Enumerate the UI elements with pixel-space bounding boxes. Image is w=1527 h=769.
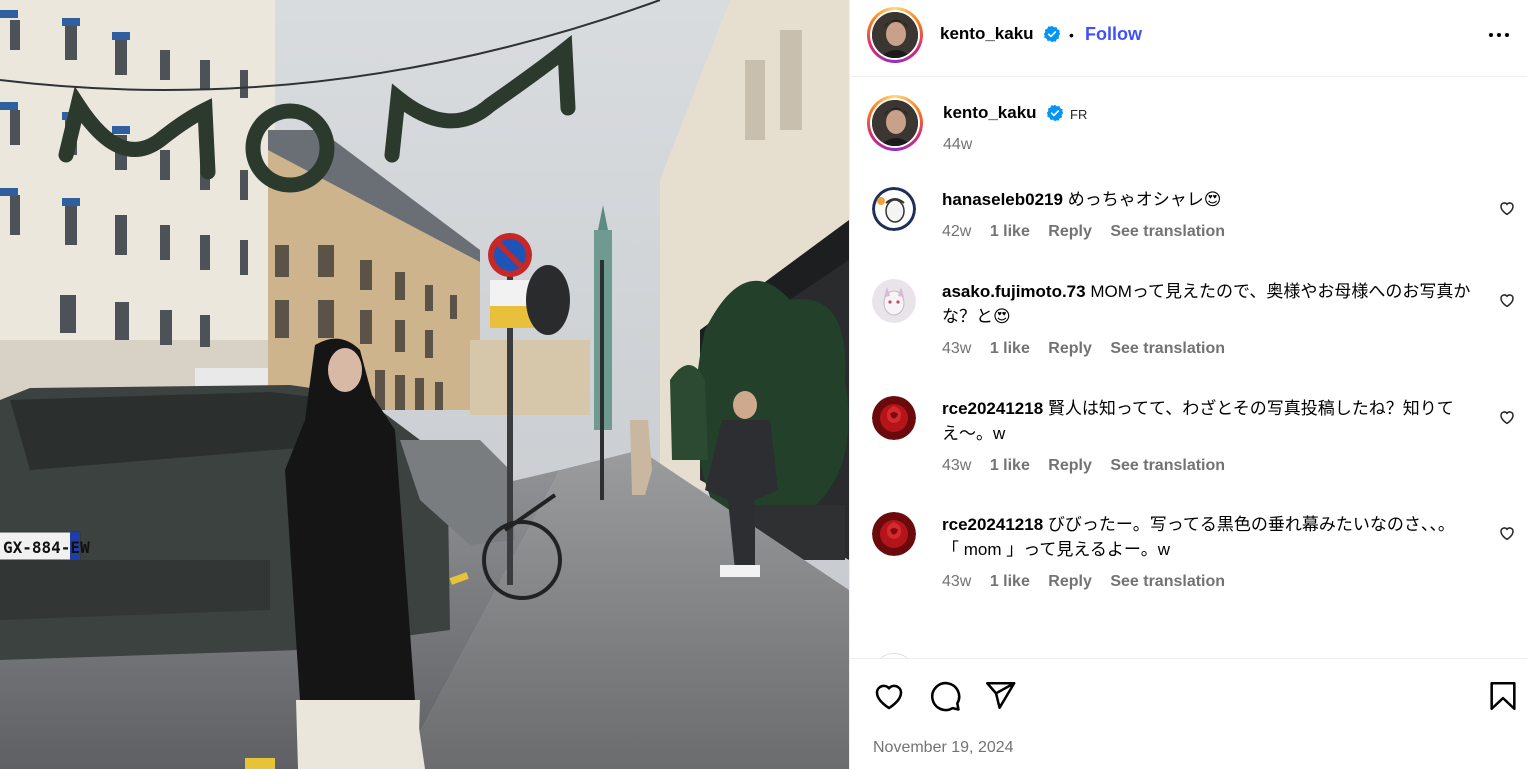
comment-username[interactable]: rce20241218: [942, 515, 1043, 534]
comment-like-heart-icon[interactable]: [1498, 199, 1516, 217]
verified-icon: [1046, 104, 1064, 122]
post-photo[interactable]: GX-884-EW MOM: [0, 0, 849, 769]
avatar[interactable]: [872, 512, 916, 556]
comment-text-line2: 「 mom 」って見えるよー。w: [942, 540, 1170, 559]
comment-username[interactable]: asako.fujimoto.73: [942, 282, 1086, 301]
post-age: 44w: [943, 136, 973, 153]
see-translation-button[interactable]: See translation: [1110, 457, 1225, 474]
post-header: kento_kaku • Follow: [850, 0, 1527, 77]
caption-username[interactable]: kento_kaku: [943, 103, 1037, 123]
comment-text: びびったー。写ってる黒色の垂れ幕みたいなのさ、、。: [1047, 515, 1455, 534]
comment-like-heart-icon[interactable]: [1498, 291, 1516, 309]
comment-username[interactable]: hanaseleb0219: [942, 190, 1063, 209]
comment-likes[interactable]: 1 like: [990, 457, 1030, 474]
comment-icon[interactable]: [928, 679, 962, 713]
comment-likes[interactable]: 1 like: [990, 340, 1030, 357]
more-horizontal-icon[interactable]: [1487, 23, 1511, 47]
bookmark-icon[interactable]: [1486, 679, 1520, 713]
caption-avatar-ring[interactable]: [867, 95, 923, 151]
reply-button[interactable]: Reply: [1048, 457, 1092, 474]
comment-like-heart-icon[interactable]: [1498, 408, 1516, 426]
comment-time[interactable]: 43w: [942, 457, 971, 474]
author-username[interactable]: kento_kaku: [940, 24, 1034, 44]
comment-like-heart-icon[interactable]: [1498, 524, 1516, 542]
avatar[interactable]: [872, 187, 916, 231]
reply-button[interactable]: Reply: [1048, 223, 1092, 240]
see-translation-button[interactable]: See translation: [1110, 573, 1225, 590]
comment-time[interactable]: 42w: [942, 223, 971, 240]
follow-button[interactable]: Follow: [1085, 24, 1142, 45]
comment-text: めっちゃオシャレ😍: [1067, 190, 1222, 209]
post-date: November 19, 2024: [873, 739, 1014, 756]
reply-button[interactable]: Reply: [1048, 573, 1092, 590]
comment-username[interactable]: rce20241218: [942, 399, 1043, 418]
comments-list[interactable]: kento_kaku FR 44w hanaseleb0219 めっちゃオシャレ…: [850, 78, 1527, 658]
comment-likes[interactable]: 1 like: [990, 223, 1030, 240]
post-image: GX-884-EW MOM: [0, 0, 849, 769]
verified-icon: [1043, 25, 1061, 43]
location-tag[interactable]: FR: [1070, 107, 1087, 122]
avatar[interactable]: [872, 396, 916, 440]
share-icon[interactable]: [983, 679, 1017, 713]
avatar: [872, 12, 918, 58]
license-plate: GX-884-EW: [3, 538, 90, 557]
reply-button[interactable]: Reply: [1048, 340, 1092, 357]
heart-icon[interactable]: [872, 679, 906, 713]
comment-likes[interactable]: 1 like: [990, 573, 1030, 590]
see-translation-button[interactable]: See translation: [1110, 223, 1225, 240]
comment-time[interactable]: 43w: [942, 340, 971, 357]
header-separator: •: [1069, 27, 1074, 43]
author-avatar-ring[interactable]: [867, 7, 923, 63]
post-sidebar: kento_kaku • Follow kento_kaku FR 44w ha…: [849, 0, 1527, 769]
avatar[interactable]: [872, 279, 916, 323]
avatar: [872, 100, 918, 146]
comment-time[interactable]: 43w: [942, 573, 971, 590]
see-translation-button[interactable]: See translation: [1110, 340, 1225, 357]
